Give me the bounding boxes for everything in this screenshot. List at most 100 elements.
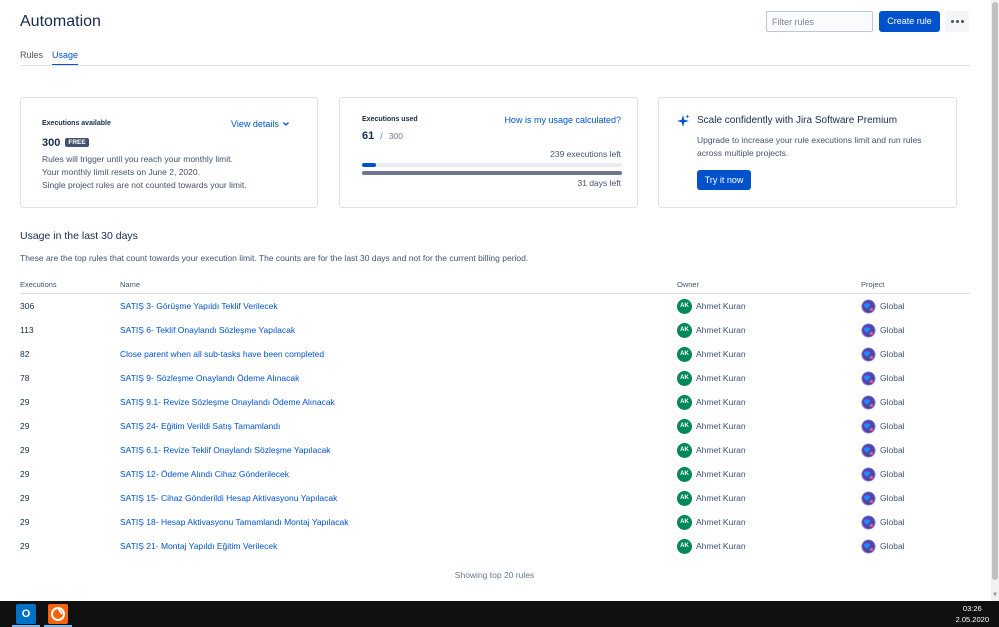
row-project: Global <box>861 414 905 438</box>
row-project: Global <box>861 534 905 558</box>
globe-icon <box>861 322 876 338</box>
row-owner: AK Ahmet Kuran <box>677 438 746 462</box>
row-project: Global <box>861 510 905 534</box>
owner-name: Ahmet Kuran <box>696 421 746 431</box>
executions-progress-fill <box>362 163 376 167</box>
project-name: Global <box>880 397 905 407</box>
column-header-executions[interactable]: Executions <box>20 280 57 289</box>
project-name: Global <box>880 493 905 503</box>
row-executions: 29 <box>20 541 30 551</box>
page-title: Automation <box>20 13 101 30</box>
row-project: Global <box>861 462 905 486</box>
avatar: AK <box>677 370 692 386</box>
project-name: Global <box>880 445 905 455</box>
filter-rules-input[interactable] <box>766 11 873 32</box>
column-header-project[interactable]: Project <box>861 280 884 289</box>
rule-name-link[interactable]: SATIŞ 12- Ödeme Alındı Cihaz Gönderilece… <box>120 462 289 486</box>
globe-icon <box>861 298 876 314</box>
more-actions-button[interactable] <box>945 11 969 32</box>
available-count: 300 <box>42 137 61 149</box>
row-project: Global <box>861 486 905 510</box>
tabs-divider <box>20 65 970 66</box>
column-header-owner[interactable]: Owner <box>677 280 699 289</box>
usage-calculation-link[interactable]: How is my usage calculated? <box>504 115 621 125</box>
rule-name-link[interactable]: SATIŞ 21- Montaj Yapıldı Eğitim Verilece… <box>120 534 277 558</box>
page-scrollbar-thumb[interactable] <box>992 2 998 580</box>
rule-name-link[interactable]: SATIŞ 9- Sözleşme Onaylandı Ödeme Alınac… <box>120 366 299 390</box>
view-details-label: View details <box>231 119 279 129</box>
outlook-icon[interactable]: O <box>16 604 36 624</box>
rule-name-link[interactable]: SATIŞ 18- Hesap Aktivasyonu Tamamlandı M… <box>120 510 349 534</box>
owner-name: Ahmet Kuran <box>696 397 746 407</box>
row-owner: AK Ahmet Kuran <box>677 390 746 414</box>
globe-icon <box>861 394 876 410</box>
owner-name: Ahmet Kuran <box>696 301 746 311</box>
premium-title: Scale confidently with Jira Software Pre… <box>697 115 898 126</box>
project-name: Global <box>880 301 905 311</box>
avatar: AK <box>677 442 692 458</box>
usage-section-description: These are the top rules that count towar… <box>20 253 529 263</box>
table-row: 29 SATIŞ 6.1- Revize Teklif Onaylandı Söz… <box>0 438 999 462</box>
used-count: 61 <box>362 130 375 142</box>
row-owner: AK Ahmet Kuran <box>677 366 746 390</box>
browser-app-icon[interactable] <box>48 604 68 624</box>
rule-name-link[interactable]: SATIŞ 3- Görüşme Yapıldı Teklif Verilece… <box>120 294 278 318</box>
column-header-name[interactable]: Name <box>120 280 140 289</box>
row-project: Global <box>861 438 905 462</box>
project-name: Global <box>880 541 905 551</box>
avatar: AK <box>677 394 692 410</box>
table-row: 29 SATIŞ 9.1- Revize Sözleşme Onaylandı Ö… <box>0 390 999 414</box>
row-executions: 29 <box>20 517 30 527</box>
row-executions: 78 <box>20 373 30 383</box>
globe-icon <box>861 370 876 386</box>
table-row: 82 Close parent when all sub-tasks have b… <box>0 342 999 366</box>
days-progress-fill <box>362 171 622 175</box>
rule-name-link[interactable]: Close parent when all sub-tasks have bee… <box>120 342 324 366</box>
rule-name-link[interactable]: SATIŞ 24- Eğitim Verildi Satış Tamamland… <box>120 414 280 438</box>
used-separator: / <box>380 131 383 141</box>
row-executions: 29 <box>20 469 30 479</box>
system-clock[interactable]: 03:26 2.05.2020 <box>956 603 989 625</box>
row-executions: 29 <box>20 493 30 503</box>
tab-rules[interactable]: Rules <box>20 50 43 66</box>
owner-name: Ahmet Kuran <box>696 469 746 479</box>
days-progress-track <box>362 171 622 175</box>
view-details-link[interactable]: View details <box>231 119 290 129</box>
globe-icon <box>861 538 876 554</box>
avatar: AK <box>677 490 692 506</box>
premium-text-2: across multiple projects. <box>697 148 789 158</box>
row-executions: 29 <box>20 445 30 455</box>
row-owner: AK Ahmet Kuran <box>677 294 746 318</box>
row-project: Global <box>861 342 905 366</box>
tab-usage[interactable]: Usage <box>52 50 79 66</box>
days-left: 31 days left <box>577 178 621 188</box>
row-executions: 82 <box>20 349 30 359</box>
globe-icon <box>861 490 876 506</box>
row-owner: AK Ahmet Kuran <box>677 414 746 438</box>
rule-name-link[interactable]: SATIŞ 9.1- Revize Sözleşme Onaylandı Öde… <box>120 390 335 414</box>
create-rule-button[interactable]: Create rule <box>879 11 940 32</box>
table-row: 29 SATIŞ 24- Eğitim Verildi Satış Tamamla… <box>0 414 999 438</box>
premium-text-1: Upgrade to increase your rule executions… <box>697 135 922 145</box>
row-executions: 29 <box>20 397 30 407</box>
sparkle-icon <box>677 114 690 127</box>
rule-name-link[interactable]: SATIŞ 6- Teklif Onaylandı Sözleşme Yapıl… <box>120 318 295 342</box>
rule-name-link[interactable]: SATIŞ 6.1- Revize Teklif Onaylandı Sözle… <box>120 438 331 462</box>
avatar: AK <box>677 514 692 530</box>
executions-used-card: Executions used How is my usage calculat… <box>339 97 638 208</box>
avatar: AK <box>677 466 692 482</box>
globe-icon <box>861 466 876 482</box>
globe-icon <box>861 418 876 434</box>
row-executions: 29 <box>20 421 30 431</box>
more-horizontal-icon-dot <box>960 20 964 23</box>
scroll-down-arrow-icon[interactable]: ▼ <box>991 591 999 600</box>
os-taskbar: O 03:26 2.05.2020 <box>0 601 999 627</box>
rule-name-link[interactable]: SATIŞ 15- Cihaz Gönderildi Hesap Aktivas… <box>120 486 337 510</box>
try-it-now-button[interactable]: Try it now <box>697 170 751 190</box>
owner-name: Ahmet Kuran <box>696 445 746 455</box>
chevron-down-icon <box>282 122 289 126</box>
clock-date: 2.05.2020 <box>955 615 989 624</box>
executions-left: 239 executions left <box>550 149 621 159</box>
used-total: 300 <box>388 131 403 141</box>
more-horizontal-icon-dot <box>955 20 959 23</box>
